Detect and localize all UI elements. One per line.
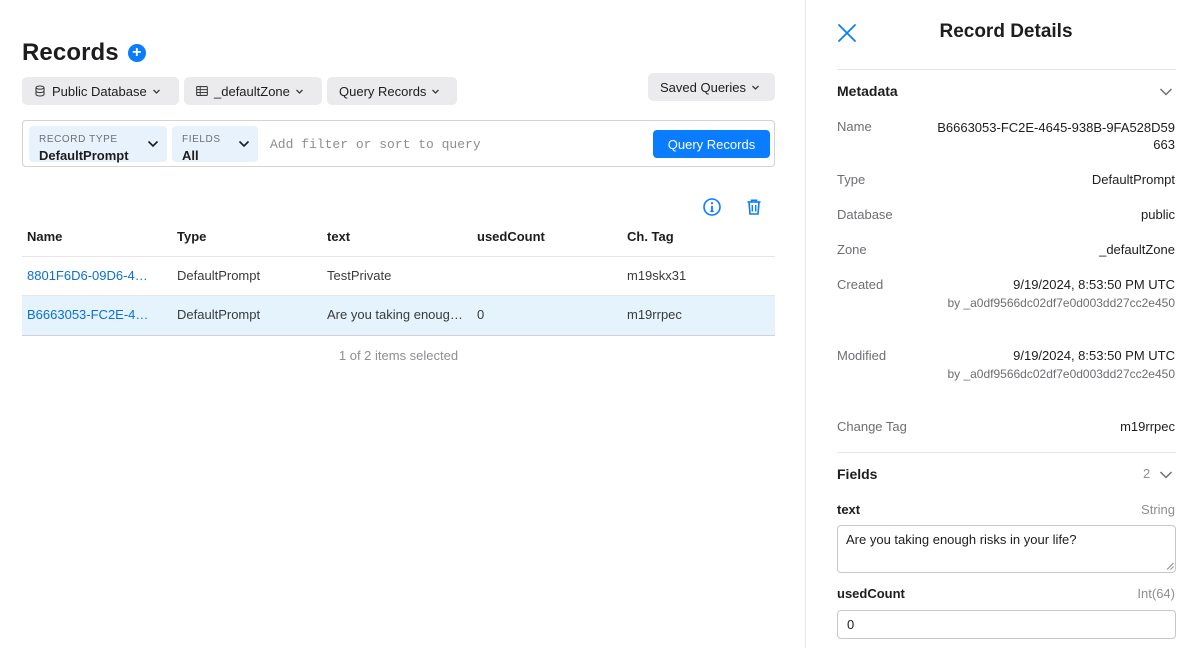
- text-field-input[interactable]: Are you taking enough risks in your life…: [837, 525, 1176, 573]
- query-bar: RECORD TYPE DefaultPrompt FIELDS All Que…: [22, 120, 775, 167]
- record-name-link[interactable]: 8801F6D6-09D6-4F0D: [27, 268, 155, 283]
- zone-selector-label: _defaultZone: [214, 83, 290, 99]
- name-label: Name: [837, 119, 872, 134]
- created-value: 9/19/2024, 8:53:50 PM UTC: [1013, 277, 1175, 292]
- database-value: public: [1141, 207, 1175, 222]
- database-label: Database: [837, 207, 893, 222]
- resize-grip-icon[interactable]: [1166, 562, 1174, 570]
- type-value: DefaultPrompt: [1091, 172, 1175, 187]
- record-type-label: RECORD TYPE: [39, 134, 118, 145]
- column-header-name[interactable]: Name: [27, 229, 155, 244]
- table-header: Name Type text usedCount Ch. Tag: [22, 222, 775, 257]
- column-header-change-tag[interactable]: Ch. Tag: [627, 229, 757, 244]
- record-type-cell: DefaultPrompt: [177, 268, 261, 283]
- record-change-tag-cell: m19skx31: [627, 268, 687, 283]
- query-type-label: Query Records: [339, 83, 427, 99]
- records-view: Records + Public Database _defaultZone Q…: [0, 0, 805, 648]
- fields-value: All: [182, 148, 199, 163]
- field-type-used-count: Int(64): [1137, 586, 1175, 601]
- saved-queries-label: Saved Queries: [660, 79, 746, 95]
- record-details-panel: Record Details Metadata Name B6663053-FC…: [805, 0, 1185, 648]
- record-text-cell: Are you taking enough risks in your life…: [327, 307, 467, 322]
- modified-label: Modified: [837, 348, 887, 363]
- chevron-down-icon: [431, 87, 440, 96]
- field-name-text: text: [837, 502, 861, 517]
- chevron-down-icon: [751, 83, 760, 92]
- records-table: Name Type text usedCount Ch. Tag 8801F6D…: [22, 222, 775, 336]
- add-record-button[interactable]: +: [127, 44, 146, 62]
- fields-label: FIELDS: [182, 134, 221, 145]
- record-type-selector[interactable]: RECORD TYPE DefaultPrompt: [29, 126, 167, 163]
- column-header-type[interactable]: Type: [177, 229, 307, 244]
- created-label: Created: [837, 277, 884, 292]
- record-type-cell: DefaultPrompt: [177, 307, 261, 322]
- chevron-down-icon: [238, 140, 250, 148]
- query-type-selector[interactable]: Query Records: [327, 77, 457, 105]
- name-value: B6663053-FC2E-4645-938B-9FA528D59663: [937, 120, 1175, 152]
- filter-input[interactable]: [270, 134, 640, 154]
- fields-selector[interactable]: FIELDS All: [172, 126, 258, 163]
- divider: [837, 69, 1176, 70]
- saved-queries-button[interactable]: Saved Queries: [648, 73, 775, 101]
- modified-by: by _a0df9566dc02df7e0d003dd27cc2e450: [947, 367, 1175, 381]
- field-type-text: String: [1141, 502, 1175, 517]
- database-selector[interactable]: Public Database: [22, 77, 179, 105]
- metadata-section-title: Metadata: [837, 83, 898, 99]
- zone-value: _defaultZone: [1099, 242, 1175, 257]
- plus-icon: +: [132, 44, 142, 61]
- table-icon: [196, 85, 208, 97]
- used-count-field-input[interactable]: [837, 610, 1176, 639]
- chevron-down-icon: [295, 87, 304, 96]
- record-name-link[interactable]: B6663053-FC2E-4645: [27, 307, 155, 322]
- divider: [837, 452, 1176, 453]
- record-text-cell: TestPrivate: [327, 268, 392, 283]
- type-label: Type: [837, 172, 866, 187]
- fields-count: 2: [1143, 466, 1151, 481]
- info-icon[interactable]: [702, 197, 722, 217]
- change-tag-value: m19rrpec: [1120, 419, 1175, 434]
- chevron-down-icon[interactable]: [1159, 470, 1173, 480]
- record-used-count-cell: 0: [477, 307, 485, 322]
- table-row[interactable]: 8801F6D6-09D6-4F0D DefaultPrompt TestPri…: [22, 257, 775, 296]
- table-row-selected[interactable]: B6663053-FC2E-4645 DefaultPrompt Are you…: [22, 296, 775, 336]
- change-tag-label: Change Tag: [837, 419, 907, 434]
- record-change-tag-cell: m19rrpec: [627, 307, 682, 322]
- selection-status: 1 of 2 items selected: [338, 348, 459, 363]
- fields-section-title: Fields: [837, 466, 878, 482]
- column-header-used-count[interactable]: usedCount: [477, 229, 607, 244]
- query-records-button[interactable]: Query Records: [653, 130, 770, 158]
- page-title: Records: [22, 39, 119, 66]
- trash-icon[interactable]: [744, 197, 764, 217]
- column-header-text[interactable]: text: [327, 229, 467, 244]
- chevron-down-icon: [152, 87, 161, 96]
- field-name-used-count: usedCount: [837, 586, 905, 601]
- created-by: by _a0df9566dc02df7e0d003dd27cc2e450: [947, 296, 1175, 310]
- record-type-value: DefaultPrompt: [39, 148, 129, 163]
- chevron-down-icon[interactable]: [1159, 87, 1173, 97]
- zone-label: Zone: [837, 242, 867, 257]
- panel-title: Record Details: [939, 21, 1073, 42]
- title-row: Records +: [22, 38, 146, 68]
- database-selector-label: Public Database: [52, 83, 147, 99]
- chevron-down-icon: [147, 140, 159, 148]
- zone-selector[interactable]: _defaultZone: [184, 77, 322, 105]
- modified-value: 9/19/2024, 8:53:50 PM UTC: [1013, 348, 1175, 363]
- database-icon: [34, 85, 46, 97]
